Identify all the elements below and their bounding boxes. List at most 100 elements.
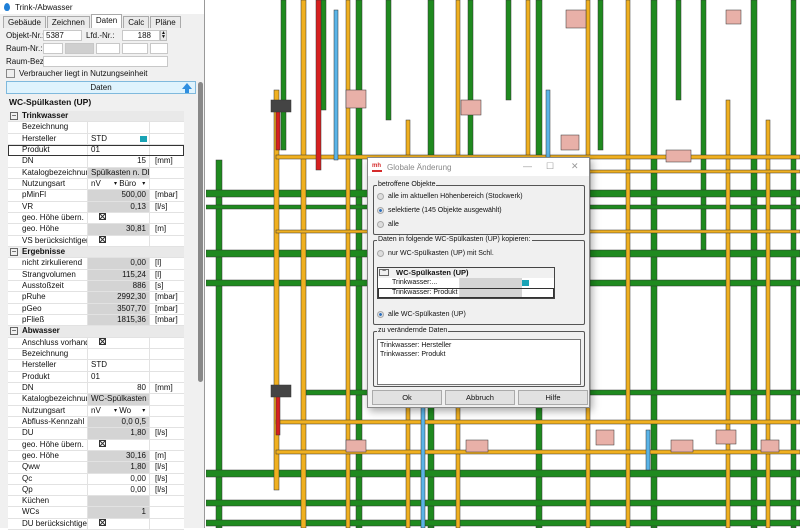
close-icon[interactable]: ✕ — [571, 161, 579, 172]
checkbox-cell[interactable] — [88, 235, 150, 246]
grid-row[interactable]: Qp 0,00 [l/s] — [8, 484, 184, 497]
grid-row[interactable]: geo. Höhe übern. — [8, 212, 184, 225]
collapse-icon[interactable]: − — [10, 112, 18, 121]
tab-pläne[interactable]: Pläne — [150, 16, 181, 28]
grid-row[interactable]: Produkt 01 — [8, 144, 184, 157]
checked-checkbox-icon[interactable] — [99, 235, 106, 243]
minimize-icon[interactable]: — — [523, 161, 532, 171]
raum-nr-field-3[interactable] — [96, 43, 120, 54]
grid-row[interactable]: Qc 0,00 [l/s] — [8, 473, 184, 485]
value-cell[interactable]: STD — [88, 360, 150, 371]
collapse-icon[interactable]: − — [10, 327, 18, 336]
grid-row[interactable]: Abfluss-Kennzahl 0,0 0,5 — [8, 416, 184, 429]
value-cell[interactable] — [88, 122, 150, 133]
radio-option[interactable]: alle — [377, 221, 399, 228]
ok-button[interactable]: Ok — [372, 390, 442, 405]
checked-checkbox-icon[interactable] — [99, 439, 106, 447]
lfd-field[interactable]: 188 — [122, 30, 160, 41]
grid-row[interactable]: Ausstoßzeit 886 [s] — [8, 280, 184, 293]
grid-row[interactable]: KatalogbezeichnungWC-Spülkasten 4/4,5l (… — [8, 394, 184, 406]
radio-option[interactable]: alle im aktuellen Höhenbereich (Stockwer… — [377, 193, 523, 200]
grid-row[interactable]: − Abwasser — [8, 326, 184, 338]
grid-row[interactable]: geo. Höhe übern. — [8, 439, 184, 451]
raum-nr-field-2 — [65, 43, 94, 54]
grid-row[interactable]: Bezeichnung — [8, 122, 184, 134]
radio-only-with-key[interactable]: nur WC-Spülkasten (UP) mit Schl. — [377, 250, 494, 257]
raum-nr-field-5[interactable] — [150, 43, 168, 54]
radio-all-targets[interactable]: alle WC-Spülkasten (UP) — [377, 311, 466, 318]
grid-row[interactable]: nicht zirkulierend 0,00 [l] — [8, 258, 184, 270]
value-cell[interactable]: 15 — [88, 156, 150, 167]
arrow-up-icon[interactable] — [182, 83, 192, 93]
maximize-icon[interactable]: ☐ — [546, 161, 554, 172]
checkbox-cell[interactable] — [88, 212, 150, 224]
grid-row-value[interactable] — [460, 288, 522, 298]
grid-row[interactable]: WCs 1 — [8, 507, 184, 519]
grid-row[interactable]: pFließ 1815,36 [mbar] — [8, 314, 184, 327]
radio-option[interactable]: selektierte (145 Objekte ausgewählt) — [377, 207, 502, 214]
dropdown[interactable]: nV — [91, 179, 117, 189]
dropdown-cell[interactable]: nV Wo — [88, 405, 150, 416]
daten-bar[interactable]: Daten — [6, 81, 196, 94]
value-cell[interactable]: STD — [88, 133, 150, 144]
value-cell[interactable]: 0,00 — [88, 484, 150, 496]
grid-row[interactable]: Bezeichnung — [8, 348, 184, 361]
dropdown-cell[interactable]: nV Büro — [88, 178, 150, 190]
value-cell[interactable]: 01 — [88, 371, 150, 382]
grid-row[interactable]: Hersteller STD — [8, 133, 184, 145]
value-cell[interactable]: 80 — [88, 382, 150, 394]
collapse-icon[interactable]: − — [10, 248, 18, 257]
grid-row[interactable]: geo. Höhe 30,16 [m] — [8, 450, 184, 463]
dropdown[interactable]: Wo — [119, 406, 145, 416]
grid-row[interactable]: Produkt 01 — [8, 371, 184, 383]
changed-data-list[interactable]: Trinkwasser: Hersteller Trinkwasser: Pro… — [377, 339, 581, 385]
cancel-button[interactable]: Abbruch — [445, 390, 515, 405]
grid-row[interactable]: KatalogbezeichnungSpülkasten n. DIN 1954… — [8, 167, 184, 179]
objekt-field[interactable]: 5387 — [43, 30, 82, 41]
vertical-scrollbar[interactable] — [198, 82, 203, 382]
grid-row[interactable]: Qww 1,80 [l/s] — [8, 462, 184, 474]
dropdown[interactable]: Büro — [119, 179, 145, 189]
dropdown[interactable]: nV — [91, 406, 117, 416]
grid-row[interactable]: Strangvolumen 115,24 [l] — [8, 269, 184, 281]
help-button[interactable]: Hilfe — [518, 390, 588, 405]
grid-row[interactable]: DU berücksichtigen — [8, 518, 184, 530]
checked-checkbox-icon[interactable] — [99, 337, 106, 345]
value-cell: Spülkasten n. DIN 19542 — [88, 167, 150, 178]
grid-row[interactable]: DN 80 [mm] — [8, 382, 184, 395]
grid-row[interactable]: pMinFl 500,00 [mbar] — [8, 190, 184, 202]
tab-zeichnen[interactable]: Zeichnen — [46, 16, 90, 28]
grid-row[interactable]: pGeo 3507,70 [mbar] — [8, 303, 184, 315]
lfd-spinner[interactable]: ▲ ▼ — [160, 30, 167, 41]
grid-row[interactable]: NutzungsartnV Wo — [8, 405, 184, 417]
raum-nr-field-1[interactable] — [43, 43, 63, 54]
grid-row[interactable]: Küchen — [8, 496, 184, 508]
grid-row[interactable]: geo. Höhe 30,81 [m] — [8, 224, 184, 236]
grid-row[interactable]: DN 15 [mm] — [8, 156, 184, 168]
raum-bez-field[interactable] — [43, 56, 168, 67]
grid-row[interactable]: − Trinkwasser — [8, 111, 184, 123]
grid-row[interactable]: Anschluss vorhanden — [8, 337, 184, 349]
grid-row[interactable]: Hersteller STD — [8, 360, 184, 372]
checked-checkbox-icon[interactable] — [99, 518, 106, 526]
tab-gebäude[interactable]: Gebäude — [3, 16, 46, 28]
grid-row[interactable]: pRuhe 2992,30 [mbar] — [8, 292, 184, 304]
tab-calc[interactable]: Calc — [123, 16, 150, 28]
raum-nr-field-4[interactable] — [122, 43, 148, 54]
verbraucher-checkbox[interactable] — [6, 69, 15, 78]
grid-row[interactable]: VR 0,13 [l/s] — [8, 201, 184, 213]
value-cell[interactable]: 01 — [88, 144, 150, 156]
grid-row[interactable]: DU 1,80 [l/s] — [8, 428, 184, 440]
picker-icon[interactable] — [522, 280, 529, 286]
tab-daten[interactable]: Daten — [90, 14, 123, 28]
picker-icon[interactable] — [140, 135, 147, 142]
checkbox-cell[interactable] — [88, 439, 150, 450]
value-cell[interactable] — [88, 348, 150, 360]
value-cell[interactable]: 0,00 — [88, 473, 150, 484]
grid-row[interactable]: − Ergebnisse — [8, 246, 184, 259]
checkbox-cell[interactable] — [88, 337, 150, 348]
grid-row[interactable]: VS berücksichtigen — [8, 235, 184, 247]
collapse-icon[interactable]: − — [379, 268, 389, 276]
checked-checkbox-icon[interactable] — [99, 212, 106, 220]
grid-row[interactable]: NutzungsartnV Büro — [8, 178, 184, 191]
